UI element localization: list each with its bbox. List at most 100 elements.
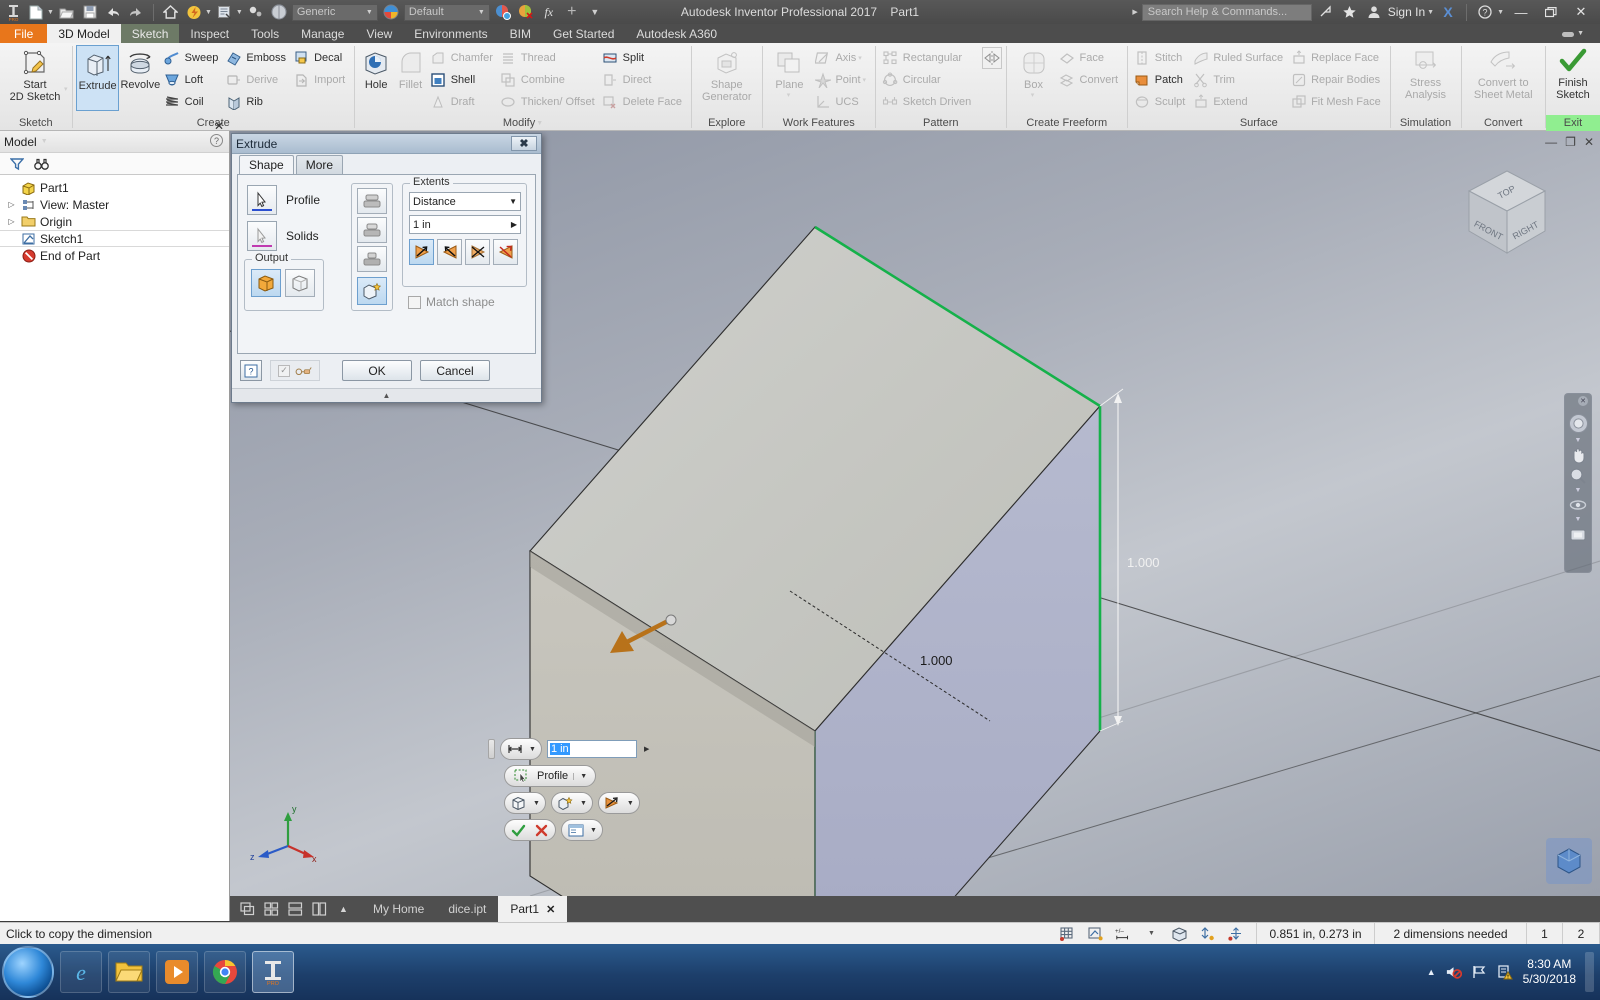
- shell-button[interactable]: Shell: [428, 69, 498, 90]
- start-button[interactable]: [2, 946, 54, 998]
- plane-dropdown-icon[interactable]: ▾: [787, 92, 791, 99]
- appearance-combo[interactable]: Default ▼: [403, 3, 490, 21]
- update-icon[interactable]: [215, 2, 235, 22]
- solids-selector-row[interactable]: Solids: [247, 221, 319, 251]
- document-tab-part1[interactable]: Part1 ✕: [498, 896, 568, 922]
- boolean-intersect-button[interactable]: [357, 246, 387, 272]
- start-2d-sketch-dropdown-icon[interactable]: ▾: [64, 85, 68, 93]
- taskbar-clock[interactable]: 8:30 AM 5/30/2018: [1523, 957, 1576, 987]
- extents-type-combo[interactable]: Distance ▼: [409, 192, 521, 211]
- browser-title[interactable]: Model: [4, 135, 37, 149]
- extrude-dialog-close-button[interactable]: ✖: [511, 136, 537, 151]
- distance-input[interactable]: 1 in ▶: [409, 215, 521, 234]
- solid-output-dropdown-icon[interactable]: ▼: [531, 800, 542, 807]
- tree-expander-origin[interactable]: ▷: [6, 217, 17, 226]
- select-icon[interactable]: [246, 2, 266, 22]
- decal-button[interactable]: Decal: [291, 47, 350, 68]
- tree-node-end-of-part[interactable]: End of Part: [0, 247, 229, 264]
- match-shape-row[interactable]: Match shape: [408, 295, 495, 309]
- favorites-star-icon[interactable]: [1340, 2, 1360, 22]
- tree-node-part1[interactable]: Part1: [0, 179, 229, 196]
- help-icon[interactable]: ?: [1475, 2, 1495, 22]
- distance-icon[interactable]: [504, 740, 525, 758]
- profile-selector-row[interactable]: Profile: [247, 185, 320, 215]
- return-icon[interactable]: [184, 2, 204, 22]
- show-dialog-dropdown-icon[interactable]: ▼: [588, 827, 599, 834]
- direction-icon[interactable]: [602, 794, 623, 812]
- mini-value-expand-icon[interactable]: ▶: [642, 745, 651, 753]
- clear-color-icon[interactable]: [516, 2, 536, 22]
- undo-icon[interactable]: [103, 2, 123, 22]
- orbit-icon[interactable]: [1566, 495, 1590, 515]
- material-combo[interactable]: Generic ▼: [291, 3, 378, 21]
- browser-close-icon[interactable]: ✕: [214, 119, 224, 133]
- mini-profile-group[interactable]: Profile ▼: [504, 765, 597, 787]
- steering-wheel-dropdown-icon[interactable]: ▼: [1575, 437, 1582, 444]
- output-solid-button[interactable]: [251, 269, 281, 297]
- boolean-cut-button[interactable]: [357, 217, 387, 243]
- ribbon-tab-inspect[interactable]: Inspect: [179, 24, 240, 43]
- cascade-windows-icon[interactable]: [239, 901, 256, 918]
- close-button[interactable]: ✕: [1568, 1, 1594, 23]
- direction-flip-button[interactable]: [437, 239, 462, 265]
- profile-select-button[interactable]: [247, 185, 277, 215]
- search-expand-icon[interactable]: ▶: [1132, 8, 1137, 16]
- revolve-button[interactable]: Revolve: [119, 45, 162, 111]
- mini-boolean-group[interactable]: ▼: [550, 792, 593, 814]
- orbit-dropdown-icon[interactable]: ▼: [1575, 516, 1582, 523]
- 3d-viewport[interactable]: — ❐ ✕ 1.000 1.000 y z x TOP FRONT RIGHT …: [230, 131, 1600, 896]
- solid-output-icon[interactable]: [508, 794, 529, 812]
- browser-title-dropdown-icon[interactable]: ▼: [41, 138, 48, 145]
- new-solid-icon[interactable]: [555, 794, 576, 812]
- output-surface-button[interactable]: [285, 269, 315, 297]
- ribbon-tab-autodesk-a360[interactable]: Autodesk A360: [625, 24, 728, 43]
- share-icon[interactable]: [1316, 2, 1336, 22]
- ok-button[interactable]: OK: [342, 360, 412, 381]
- sweep-button[interactable]: Sweep: [162, 47, 224, 68]
- dialog-resize-grip[interactable]: ▲: [232, 388, 541, 402]
- cancel-x-icon[interactable]: [531, 821, 552, 839]
- profile-select-icon[interactable]: [511, 767, 532, 785]
- taskbar-inventor-icon[interactable]: PRO: [252, 951, 294, 993]
- distance-dropdown-icon[interactable]: ▼: [527, 746, 538, 753]
- adjust-color-icon[interactable]: [493, 2, 513, 22]
- sign-in-label[interactable]: Sign In: [1388, 5, 1425, 19]
- mini-confirm-group[interactable]: [504, 819, 556, 841]
- dimension-dropdown-icon[interactable]: ▼: [1143, 925, 1160, 942]
- viewport-restore-icon[interactable]: ❐: [1565, 135, 1576, 149]
- mini-dialog-group[interactable]: ▼: [561, 819, 603, 841]
- cancel-button[interactable]: Cancel: [420, 360, 490, 381]
- model-state-widget[interactable]: [1546, 838, 1592, 884]
- point-dropdown-icon[interactable]: ▾: [863, 76, 867, 84]
- ribbon-tab-manage[interactable]: Manage: [290, 24, 355, 43]
- taskbar-chrome-icon[interactable]: [204, 951, 246, 993]
- hole-button[interactable]: Hole: [359, 45, 393, 111]
- grid-snap-icon[interactable]: [1059, 925, 1076, 942]
- move-constraint-icon[interactable]: [1227, 925, 1244, 942]
- find-binoculars-icon[interactable]: [33, 155, 50, 172]
- ribbon-tab-environments[interactable]: Environments: [403, 24, 498, 43]
- mini-toolbar-grip[interactable]: [488, 739, 495, 759]
- preview-checkbox[interactable]: ✓: [278, 364, 290, 377]
- mini-toolbar[interactable]: ▼ 1 in ▶ Profile ▼ ▼ ▼ ▼ ▼: [488, 738, 651, 846]
- home-icon[interactable]: [161, 2, 181, 22]
- viewport-minimize-icon[interactable]: —: [1545, 135, 1557, 149]
- match-shape-checkbox[interactable]: [408, 295, 421, 309]
- modify-panel-dropdown-icon[interactable]: ▼: [536, 120, 543, 127]
- exchange-apps-icon[interactable]: X: [1438, 2, 1458, 22]
- taskbar-media-player-icon[interactable]: [156, 951, 198, 993]
- extrude-dialog-titlebar[interactable]: Extrude ✖: [232, 134, 541, 154]
- tree-node-sketch1[interactable]: Sketch1: [0, 230, 229, 247]
- fx-icon[interactable]: fx: [539, 2, 559, 22]
- tree-node-origin[interactable]: ▷ Origin: [0, 213, 229, 230]
- taskbar-explorer-icon[interactable]: [108, 951, 150, 993]
- redo-icon[interactable]: [126, 2, 146, 22]
- extrude-dialog[interactable]: Extrude ✖ Shape More Profile Solids Outp…: [231, 133, 542, 403]
- open-file-icon[interactable]: [57, 2, 77, 22]
- tile-windows-icon[interactable]: [263, 901, 280, 918]
- boolean-join-button[interactable]: [357, 188, 387, 214]
- tree-node-view-master[interactable]: ▷ View: Master: [0, 196, 229, 213]
- coil-button[interactable]: Coil: [162, 91, 224, 112]
- browser-help-icon[interactable]: ?: [210, 134, 223, 147]
- look-at-icon[interactable]: [1566, 524, 1590, 544]
